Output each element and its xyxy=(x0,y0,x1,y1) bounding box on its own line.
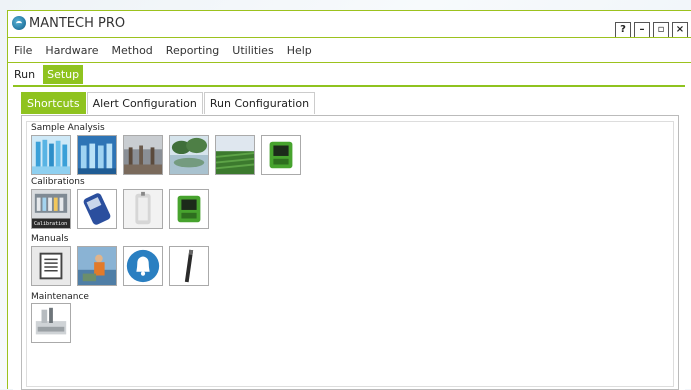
mode-setup[interactable]: Setup xyxy=(43,64,84,84)
menu-method[interactable]: Method xyxy=(112,44,153,57)
handheld-meter-icon[interactable] xyxy=(77,189,117,229)
section-label-manuals: Manuals xyxy=(31,234,69,244)
mangrove-water-icon[interactable] xyxy=(169,135,209,175)
bell-icon[interactable] xyxy=(123,246,163,286)
setup-tabs: Shortcuts Alert Configuration Run Config… xyxy=(21,92,316,114)
menu-hardware[interactable]: Hardware xyxy=(45,44,98,57)
app-logo-icon xyxy=(12,16,26,30)
mode-tabs: Run Setup xyxy=(8,63,691,85)
app-title: MANTECH PRO xyxy=(29,16,126,31)
meter-device-icon[interactable] xyxy=(261,135,301,175)
window-controls: ? – ▫ × xyxy=(615,22,688,38)
document-icon[interactable] xyxy=(31,246,71,286)
menu-reporting[interactable]: Reporting xyxy=(166,44,219,57)
field-technician-icon[interactable] xyxy=(77,246,117,286)
tab-alert-configuration[interactable]: Alert Configuration xyxy=(86,92,203,114)
bottle-sampler-icon[interactable] xyxy=(123,189,163,229)
shortcuts-panel: Sample Analysis Calibrations Calibration… xyxy=(26,121,674,387)
probe-icon[interactable] xyxy=(169,246,209,286)
menu-bar: File Hardware Method Reporting Utilities… xyxy=(8,37,691,63)
section-label-maintenance: Maintenance xyxy=(31,292,89,302)
section-label-sample-analysis: Sample Analysis xyxy=(31,123,105,133)
sample-bottles-icon[interactable] xyxy=(77,135,117,175)
close-button[interactable]: × xyxy=(672,22,688,38)
treatment-plant-icon[interactable] xyxy=(123,135,163,175)
maximize-button[interactable]: ▫ xyxy=(653,22,669,38)
calibration-rack-icon[interactable]: Calibration xyxy=(31,189,71,229)
menu-help[interactable]: Help xyxy=(287,44,312,57)
meter-device-icon[interactable] xyxy=(169,189,209,229)
crop-field-icon[interactable] xyxy=(215,135,255,175)
tab-run-configuration[interactable]: Run Configuration xyxy=(203,92,316,114)
mode-run[interactable]: Run xyxy=(10,65,39,84)
title-bar: MANTECH PRO ? – ▫ × xyxy=(8,11,691,38)
minimize-button[interactable]: – xyxy=(634,22,650,38)
section-label-calibrations: Calibrations xyxy=(31,177,85,187)
setup-panel: Shortcuts Alert Configuration Run Config… xyxy=(13,85,685,390)
test-tubes-icon[interactable] xyxy=(31,135,71,175)
shortcuts-content: Sample Analysis Calibrations Calibration… xyxy=(21,115,679,390)
menu-file[interactable]: File xyxy=(14,44,32,57)
app-window: MANTECH PRO ? – ▫ × File Hardware Method… xyxy=(7,10,691,390)
calibration-caption: Calibration xyxy=(34,221,68,227)
menu-utilities[interactable]: Utilities xyxy=(232,44,273,57)
autosampler-icon[interactable] xyxy=(31,303,71,343)
tab-shortcuts[interactable]: Shortcuts xyxy=(21,92,86,114)
help-button[interactable]: ? xyxy=(615,22,631,38)
